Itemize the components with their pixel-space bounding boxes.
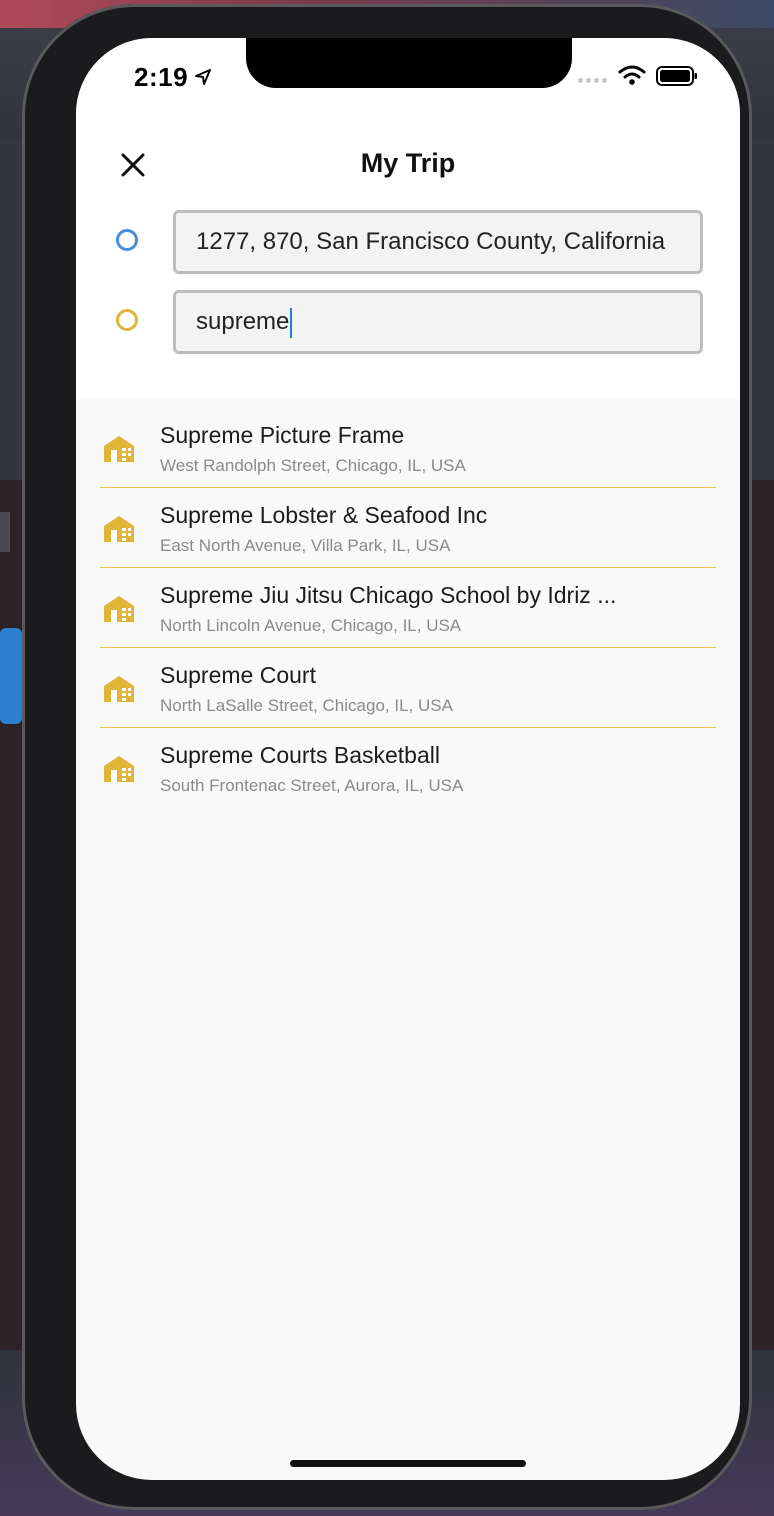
result-name: Supreme Courts Basketball (160, 742, 440, 768)
building-icon (104, 436, 134, 462)
destination-input-value: supreme (196, 308, 290, 335)
origin-input-value: 1277, 870, San Francisco County, Califor… (196, 228, 666, 255)
battery-icon (656, 66, 697, 86)
phone-screen: 2:19 My Trip 1277, 870, San Francisco Co… (76, 38, 740, 1480)
home-indicator[interactable] (290, 1460, 526, 1467)
result-address: South Frontenac Street, Aurora, IL, USA (160, 776, 464, 795)
building-icon (104, 756, 134, 782)
destination-marker-icon (116, 309, 138, 331)
result-name: Supreme Court (160, 662, 316, 688)
result-address: East North Avenue, Villa Park, IL, USA (160, 536, 451, 555)
text-cursor (290, 307, 293, 338)
building-icon (104, 676, 134, 702)
result-address: West Randolph Street, Chicago, IL, USA (160, 456, 466, 475)
result-address: North Lincoln Avenue, Chicago, IL, USA (160, 616, 462, 635)
result-name: Supreme Picture Frame (160, 422, 405, 448)
desktop-window-edge-dark (0, 512, 10, 552)
search-results-list: Supreme Picture Frame West Randolph Stre… (100, 408, 716, 808)
trip-header: 2:19 My Trip 1277, 870, San Francisco Co… (76, 38, 740, 398)
destination-input[interactable]: supreme (173, 290, 703, 354)
phone-frame: 2:19 My Trip 1277, 870, San Francisco Co… (22, 4, 752, 1510)
page-title: My Trip (360, 148, 456, 178)
list-item[interactable]: Supreme Courts Basketball South Frontena… (100, 728, 716, 808)
result-name: Supreme Jiu Jitsu Chicago School by Idri… (160, 582, 617, 608)
list-item[interactable]: Supreme Lobster & Seafood Inc East North… (100, 488, 716, 568)
cellular-signal-icon (578, 78, 607, 83)
list-item[interactable]: Supreme Picture Frame West Randolph Stre… (100, 408, 716, 488)
status-time: 2:19 (134, 62, 189, 92)
building-icon (104, 596, 134, 622)
result-name: Supreme Lobster & Seafood Inc (160, 502, 488, 528)
result-address: North LaSalle Street, Chicago, IL, USA (160, 696, 453, 715)
desktop-window-edge (0, 628, 22, 724)
building-icon (104, 516, 134, 542)
phone-notch (246, 38, 572, 88)
origin-input[interactable]: 1277, 870, San Francisco County, Califor… (173, 210, 703, 274)
location-arrow-icon (195, 69, 211, 85)
origin-marker-icon (116, 229, 138, 251)
list-item[interactable]: Supreme Court North LaSalle Street, Chic… (100, 648, 716, 728)
list-item[interactable]: Supreme Jiu Jitsu Chicago School by Idri… (100, 568, 716, 648)
wifi-icon (618, 65, 646, 85)
